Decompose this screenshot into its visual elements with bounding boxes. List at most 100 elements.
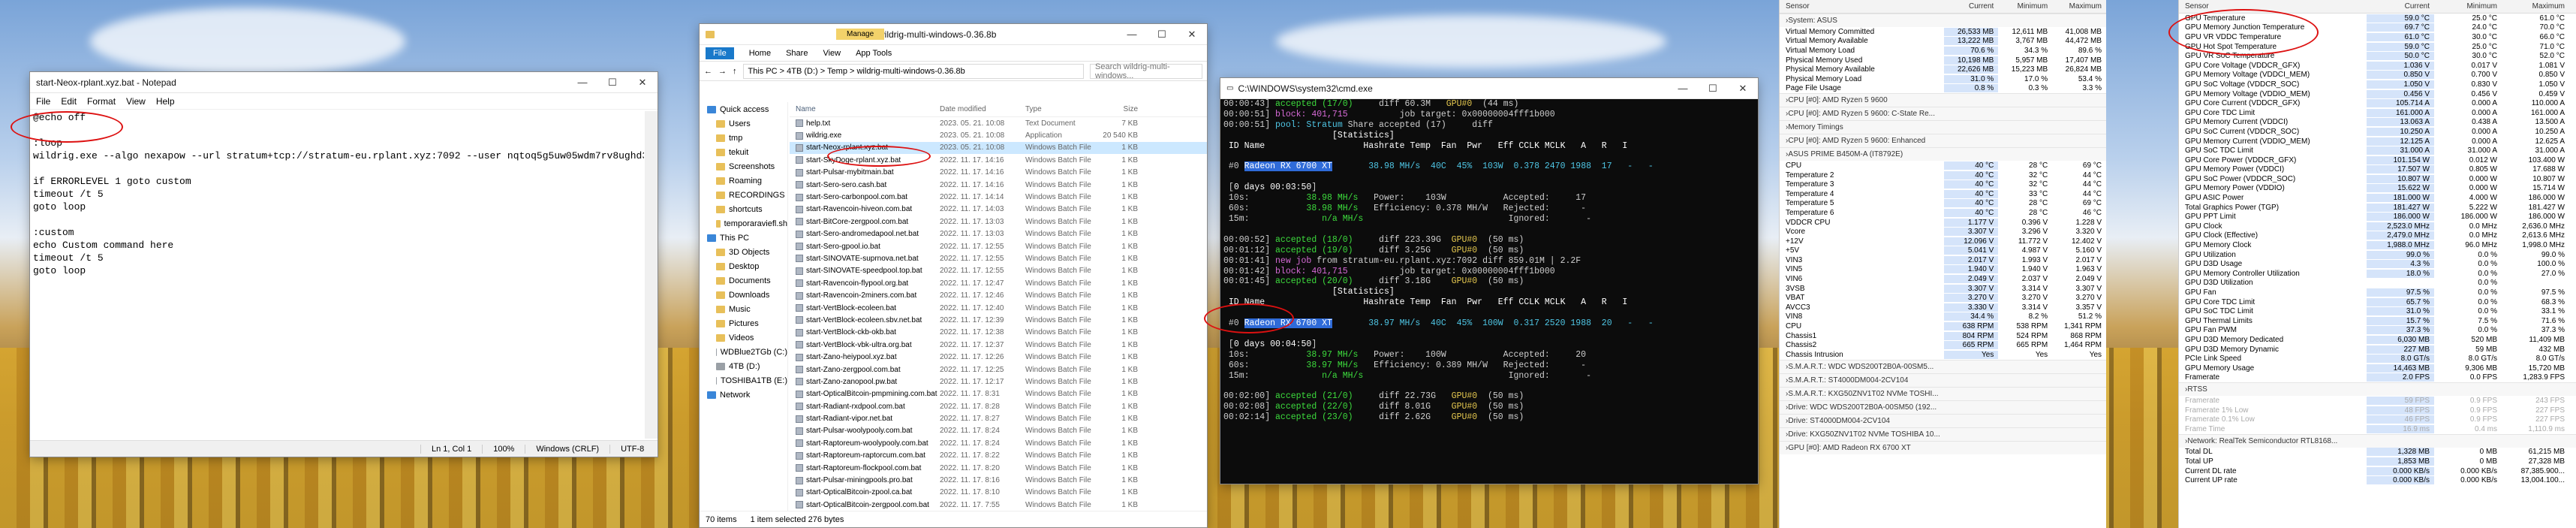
sensor-row[interactable]: VIN6 2.049 V 2.037 V 2.049 V bbox=[1780, 274, 2106, 284]
column-date[interactable]: Date modified bbox=[940, 105, 1025, 113]
nav-item[interactable]: Music bbox=[700, 302, 787, 316]
file-row[interactable]: start-Pulsar-miningpools.pro.bat 2022. 11… bbox=[790, 474, 1207, 486]
sensor-row[interactable]: 3VSB 3.307 V 3.314 V 3.307 V bbox=[1780, 284, 2106, 294]
nav-item[interactable]: shortcuts bbox=[700, 202, 787, 216]
file-row[interactable]: start-BitCore-zergpool.com.bat 2022. 11. … bbox=[790, 216, 1207, 228]
sensor-group-header[interactable]: › Memory Timings bbox=[1780, 120, 2106, 134]
sensor-row[interactable]: GPU Core TDC Limit 65.7 % 0.0 % 68.3 % bbox=[2179, 297, 2576, 307]
sensor-row[interactable]: Temperature 3 40 °C 32 °C 44 °C bbox=[1780, 180, 2106, 189]
sensor-row[interactable]: GPU Memory Clock 1,988.0 MHz 96.0 MHz 1,998… bbox=[2179, 240, 2576, 250]
close-icon[interactable]: ✕ bbox=[1177, 24, 1207, 44]
file-row[interactable]: start-VertBlock-ecoleen.sbv.net.bat 2022.… bbox=[790, 314, 1207, 326]
file-row[interactable]: start-SINOVATE-suprnova.net.bat 2022. 11.… bbox=[790, 252, 1207, 264]
notepad-titlebar[interactable]: start-Neox-rplant.xyz.bat - Notepad — ☐ … bbox=[30, 72, 658, 93]
file-row[interactable]: start-Ravencoin-2miners.com.bat 2022. 11.… bbox=[790, 289, 1207, 301]
sensor-group-header[interactable]: › RTSS bbox=[2179, 382, 2576, 397]
file-row[interactable]: start-OpticalBitcoin-pmpmining.com.bat 20… bbox=[790, 388, 1207, 400]
column-maximum[interactable]: Maximum bbox=[2502, 2, 2569, 11]
sensor-row[interactable]: GPU Memory Usage 14,463 MB 9,306 MB 15,720 … bbox=[2179, 364, 2576, 373]
nav-item[interactable]: temporaraviefl.sh bbox=[700, 216, 787, 231]
menu-view[interactable]: View bbox=[126, 96, 146, 107]
file-row[interactable]: start-VertBlock-vbk-ultra.org.bat 2022. 1… bbox=[790, 339, 1207, 351]
sensor-row[interactable]: GPU Memory Current (VDDIO_MEM) 12.125 A 0.… bbox=[2179, 137, 2576, 146]
search-box[interactable]: Search wildrig-multi-windows... bbox=[1090, 62, 1202, 80]
sensor-row[interactable]: Current DL rate 0.000 KB/s 0.000 KB/s 87,38… bbox=[2179, 466, 2576, 476]
sensor-row[interactable]: Chassis Intrusion Yes Yes Yes bbox=[1780, 350, 2106, 360]
sensor-row[interactable]: Physical Memory Available 22,626 MB 15,223… bbox=[1780, 65, 2106, 74]
file-row[interactable]: start-Pulsar-mybitmain.bat 2022. 11. 17. … bbox=[790, 167, 1207, 179]
console-titlebar[interactable]: ▭ C:\WINDOWS\system32\cmd.exe — ☐ ✕ bbox=[1220, 78, 1758, 99]
sensor-row[interactable]: Virtual Memory Committed 26,533 MB 12,611 … bbox=[1780, 27, 2106, 37]
sensor-row[interactable]: GPU SoC Power (VDDCR_SOC) 10.807 W 0.000 W… bbox=[2179, 174, 2576, 184]
column-type[interactable]: Type bbox=[1025, 105, 1097, 113]
sensor-row[interactable]: GPU Memory Current (VDDCI) 13.063 A 0.438 … bbox=[2179, 118, 2576, 128]
file-row[interactable]: start-Sero-gpool.io.bat 2022. 11. 17. 12:… bbox=[790, 240, 1207, 252]
sensor-row[interactable]: GPU Core TDC Limit 161.000 A 0.000 A 161.00… bbox=[2179, 108, 2576, 118]
file-row[interactable]: start-Ravencoin-hiveon.com.bat 2022. 11. … bbox=[790, 204, 1207, 216]
nav-item[interactable]: RECORDINGS bbox=[700, 188, 787, 202]
expand-chevron-icon[interactable]: › bbox=[1780, 390, 1788, 398]
expand-chevron-icon[interactable]: › bbox=[1780, 363, 1788, 371]
close-icon[interactable]: ✕ bbox=[627, 72, 658, 92]
sensor-row[interactable]: Total UP 1,853 MB 0 MB 27,328 MB bbox=[2179, 457, 2576, 466]
sensor-row[interactable]: GPU Thermal Limits 15.7 % 7.5 % 71.6 % bbox=[2179, 316, 2576, 326]
sensor-row[interactable]: AVCC3 3.330 V 3.314 V 3.357 V bbox=[1780, 303, 2106, 312]
console-output[interactable]: 00:00:43] accepted (17/0) diff 60.3M GPU… bbox=[1223, 99, 1755, 484]
sensor-row[interactable]: GPU SoC TDC Limit 31.0 % 0.0 % 33.1 % bbox=[2179, 306, 2576, 316]
nav-item[interactable]: Documents bbox=[700, 273, 787, 288]
sensor-row[interactable]: GPU PPT Limit 186.000 W 186.000 W 186.000 W bbox=[2179, 212, 2576, 222]
file-row[interactable]: start-Zano-zanopool.pw.bat 2022. 11. 17. … bbox=[790, 376, 1207, 388]
sensor-row[interactable]: Page File Usage 0.8 % 0.3 % 3.3 % bbox=[1780, 84, 2106, 94]
sensor-group-header[interactable]: › CPU [#0]: AMD Ryzen 5 9600 bbox=[1780, 93, 2106, 107]
sensor-row[interactable]: GPU Core Voltage (VDDCR_GFX) 1.036 V 0.017… bbox=[2179, 61, 2576, 71]
file-row[interactable]: start-Pulsar-woolypooly.com.bat 2022. 11.… bbox=[790, 425, 1207, 437]
sensor-row[interactable]: GPU D3D Memory Dedicated 6,030 MB 520 MB 11… bbox=[2179, 335, 2576, 345]
expand-chevron-icon[interactable]: › bbox=[1780, 376, 1788, 385]
nav-item[interactable]: tekuit bbox=[700, 145, 787, 159]
sensor-row[interactable]: GPU D3D Memory Dynamic 227 MB 59 MB 432 MB bbox=[2179, 345, 2576, 355]
sensor-row[interactable]: Virtual Memory Load 70.6 % 34.3 % 89.6 % bbox=[1780, 46, 2106, 56]
sensor-group-header[interactable]: › CPU [#0]: AMD Ryzen 5 9600: C-State Re… bbox=[1780, 107, 2106, 121]
sensor-row[interactable]: +5V 5.041 V 4.987 V 5.160 V bbox=[1780, 246, 2106, 256]
sensor-group-header[interactable]: › Drive: WDC WDS200T2B0A-00SM50 (192... bbox=[1780, 400, 2106, 414]
sensor-row[interactable]: Chassis2 665 RPM 665 RPM 1,464 RPM bbox=[1780, 340, 2106, 350]
column-size[interactable]: Size bbox=[1097, 105, 1142, 113]
up-arrow-icon[interactable]: ↑ bbox=[733, 67, 737, 76]
sensor-row[interactable]: VDDCR CPU 1.177 V 0.396 V 1.228 V bbox=[1780, 218, 2106, 228]
file-row[interactable]: start-Raptoreum-flockpool.com.bat 2022. 1… bbox=[790, 462, 1207, 474]
sensor-row[interactable]: Framerate 2.0 FPS 0.0 FPS 1,283.9 FPS bbox=[2179, 373, 2576, 383]
column-current[interactable]: Current bbox=[2367, 2, 2434, 11]
menu-format[interactable]: Format bbox=[87, 96, 116, 107]
menu-file[interactable]: File bbox=[36, 96, 50, 107]
column-sensor[interactable]: Sensor bbox=[2179, 2, 2367, 11]
back-arrow-icon[interactable]: ← bbox=[704, 67, 712, 76]
forward-arrow-icon[interactable]: → bbox=[718, 67, 727, 76]
notepad-window[interactable]: start-Neox-rplant.xyz.bat - Notepad — ☐ … bbox=[11, 72, 658, 457]
sensor-row[interactable]: Temperature 6 40 °C 28 °C 46 °C bbox=[1780, 208, 2106, 218]
sensor-group-header[interactable]: › Network: RealTek Semiconductor RTL8168… bbox=[2179, 433, 2576, 448]
sensor-row[interactable]: GPU ASIC Power 181.000 W 4.000 W 186.000 W bbox=[2179, 193, 2576, 203]
sensor-group-header[interactable]: › S.M.A.R.T.: WDC WDS200T2B0A-00SM5... bbox=[1780, 359, 2106, 373]
expand-chevron-icon[interactable]: › bbox=[1780, 444, 1788, 452]
nav-item[interactable]: Quick access bbox=[700, 102, 787, 116]
sensor-group-header[interactable]: › System: ASUS bbox=[1780, 14, 2106, 27]
sensor-row[interactable]: GPU Core Current (VDDCR_GFX) 105.714 A 0.0… bbox=[2179, 98, 2576, 108]
sensor-row[interactable]: Framerate 0.1% Low 46 FPS 0.9 FPS 227 FPS bbox=[2179, 415, 2576, 424]
expand-chevron-icon[interactable]: › bbox=[2179, 385, 2187, 394]
sensor-group-header[interactable]: › Drive: ST4000DM004-2CV104 bbox=[1780, 413, 2106, 427]
menu-edit[interactable]: Edit bbox=[61, 96, 77, 107]
sensor-row[interactable]: VBAT 3.270 V 3.270 V 3.270 V bbox=[1780, 293, 2106, 303]
sensor-row[interactable]: GPU Memory Voltage (VDDCI_MEM) 0.850 V 0.7… bbox=[2179, 71, 2576, 80]
file-row[interactable]: start-Sero-carbonpool.com.bat 2022. 11. 1… bbox=[790, 191, 1207, 203]
expand-chevron-icon[interactable]: › bbox=[1780, 110, 1788, 118]
file-row[interactable]: start-Raptoreum-woolypooly.com.bat 2022. … bbox=[790, 437, 1207, 449]
nav-item[interactable]: Network bbox=[700, 388, 787, 402]
expand-chevron-icon[interactable]: › bbox=[1780, 403, 1788, 412]
expand-chevron-icon[interactable]: › bbox=[1780, 123, 1788, 131]
notepad-text-area[interactable]: @echo off :loop wildrig.exe --algo nexap… bbox=[33, 111, 644, 439]
sensor-row[interactable]: GPU SoC TDC Limit 31.000 A 31.000 A 31.000 … bbox=[2179, 146, 2576, 155]
sensor-row[interactable]: CPU 40 °C 28 °C 69 °C bbox=[1780, 161, 2106, 170]
sensor-row[interactable]: Vcore 3.307 V 3.296 V 3.320 V bbox=[1780, 227, 2106, 237]
sensor-row[interactable]: VIN5 1.940 V 1.940 V 1.963 V bbox=[1780, 265, 2106, 275]
sensor-row[interactable]: +12V 12.096 V 11.772 V 12.402 V bbox=[1780, 237, 2106, 246]
